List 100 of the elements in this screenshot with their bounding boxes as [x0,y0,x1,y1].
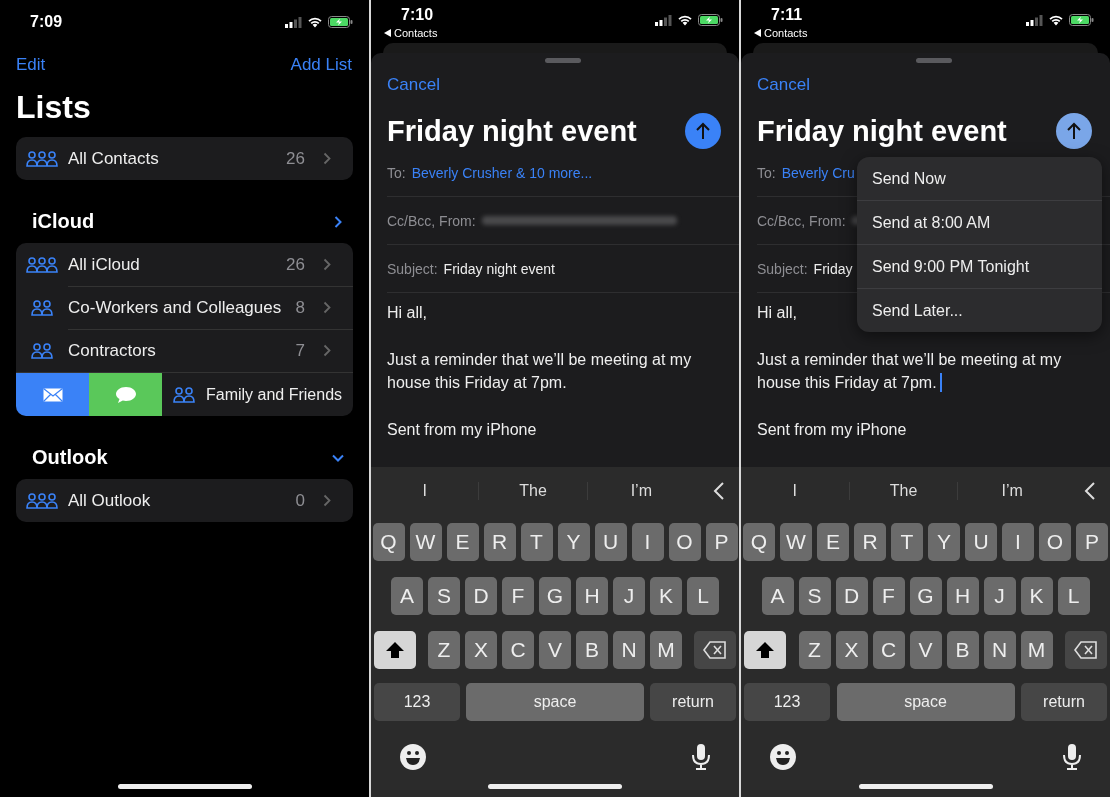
numbers-key[interactable]: 123 [744,683,830,721]
key[interactable]: X [835,631,868,669]
key[interactable]: X [465,631,497,669]
key[interactable]: G [909,577,942,615]
key[interactable]: R [854,523,886,561]
chevron-left-icon[interactable] [1084,481,1096,501]
recipients-link[interactable]: Beverly Crusher & 10 more... [411,164,593,181]
shift-key[interactable] [744,631,786,669]
key[interactable]: W [409,523,442,561]
suggestion[interactable]: I’m [586,482,695,500]
key[interactable]: O [1039,523,1071,561]
list-row[interactable]: All Contacts 26 [16,137,353,180]
key[interactable]: U [965,523,997,561]
key[interactable]: Y [928,523,960,561]
key[interactable]: V [539,631,571,669]
mail-button[interactable] [16,373,89,416]
return-key[interactable]: return [650,683,736,721]
key[interactable]: Z [798,631,831,669]
key[interactable]: D [835,577,868,615]
key[interactable]: K [1020,577,1053,615]
subject-field[interactable]: Friday [813,260,853,277]
menu-item[interactable]: Send 9:00 PM Tonight [857,244,1102,288]
list-row[interactable]: Contractors 7 [16,329,353,372]
delete-key[interactable] [694,631,736,669]
envelope-icon [42,387,63,402]
key[interactable]: S [798,577,831,615]
key[interactable]: U [594,523,627,561]
space-key[interactable]: space [836,683,1015,721]
key[interactable]: C [872,631,905,669]
key[interactable]: P [705,523,738,561]
key[interactable]: S [428,577,460,615]
menu-item[interactable]: Send at 8:00 AM [857,200,1102,244]
sheet-grabber[interactable] [915,58,952,63]
key[interactable]: R [483,523,516,561]
key[interactable]: Z [428,631,460,669]
suggestion[interactable]: I [741,482,849,500]
key[interactable]: I [1002,523,1034,561]
key[interactable]: B [946,631,979,669]
microphone-icon[interactable] [1062,743,1082,771]
list-row[interactable]: All Outlook 0 [16,479,353,522]
suggestion[interactable]: I’m [957,482,1066,500]
menu-item[interactable]: Send Now [857,157,1102,200]
key[interactable]: Y [557,523,590,561]
key[interactable]: J [613,577,645,615]
suggestion[interactable]: I [371,482,479,500]
key[interactable]: O [668,523,701,561]
emoji-icon[interactable] [769,743,797,771]
key[interactable]: M [650,631,682,669]
key[interactable]: H [946,577,979,615]
key[interactable]: I [631,523,664,561]
space-key[interactable]: space [466,683,644,721]
subject-field[interactable]: Friday night event [443,260,555,277]
list-row[interactable]: Family and Friends [16,372,353,416]
key[interactable]: F [502,577,534,615]
key[interactable]: E [446,523,479,561]
key[interactable]: C [502,631,534,669]
key[interactable]: T [520,523,553,561]
return-key[interactable]: return [1021,683,1107,721]
cancel-button[interactable]: Cancel [757,75,810,95]
shift-key[interactable] [374,631,416,669]
suggestion[interactable]: The [478,482,587,500]
recipients-link[interactable]: Beverly Cru [781,164,855,181]
edit-button[interactable]: Edit [16,55,46,75]
cancel-button[interactable]: Cancel [387,75,440,95]
key[interactable]: D [465,577,497,615]
key[interactable]: B [576,631,608,669]
key[interactable]: P [1076,523,1108,561]
key[interactable]: A [391,577,423,615]
add-list-button[interactable]: Add List [290,55,352,75]
list-row[interactable]: Co-Workers and Colleagues 8 [16,286,353,329]
key[interactable]: Q [372,523,405,561]
send-button[interactable] [685,113,721,149]
key[interactable]: N [983,631,1016,669]
key[interactable]: A [761,577,794,615]
key[interactable]: F [872,577,905,615]
key[interactable]: K [650,577,682,615]
key[interactable]: H [576,577,608,615]
list-row[interactable]: All iCloud 26 [16,243,353,286]
send-button[interactable] [1056,113,1092,149]
delete-key[interactable] [1065,631,1107,669]
key[interactable]: J [983,577,1016,615]
key[interactable]: M [1020,631,1053,669]
suggestion[interactable]: The [848,482,958,500]
key[interactable]: W [780,523,812,561]
key[interactable]: Q [743,523,775,561]
chevron-left-icon[interactable] [713,481,725,501]
key[interactable]: G [539,577,571,615]
email-title: Friday night event [757,114,1007,148]
back-link[interactable]: Contacts [394,27,438,39]
key[interactable]: V [909,631,942,669]
key[interactable]: T [891,523,923,561]
menu-item[interactable]: Send Later... [857,288,1102,332]
key[interactable]: L [1057,577,1090,615]
key[interactable]: N [613,631,645,669]
back-link[interactable]: Contacts [764,27,808,39]
microphone-icon[interactable] [691,743,711,771]
key[interactable]: L [687,577,719,615]
key[interactable]: E [817,523,849,561]
numbers-key[interactable]: 123 [374,683,460,721]
emoji-icon[interactable] [399,743,427,771]
